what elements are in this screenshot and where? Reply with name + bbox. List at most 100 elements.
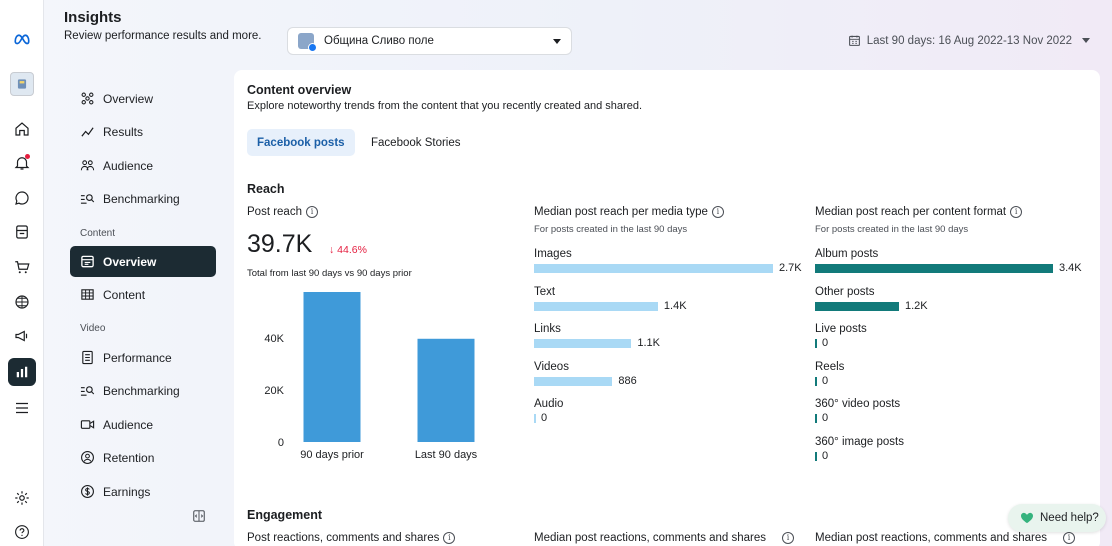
bar-value-label: 1.1K	[637, 337, 660, 349]
bar-value-label: 0	[822, 449, 829, 462]
page-avatar-icon[interactable]	[10, 72, 34, 96]
subnav-video-earnings[interactable]: Earnings	[70, 476, 216, 507]
overview-icon	[81, 92, 94, 105]
subnav-results[interactable]: Results	[70, 116, 216, 147]
horizontal-bar[interactable]	[815, 301, 899, 311]
posts-icon	[81, 255, 94, 268]
subnav-video-audience[interactable]: Audience	[70, 409, 216, 440]
info-icon[interactable]: i	[1063, 532, 1076, 544]
horizontal-bar[interactable]	[815, 264, 1053, 273]
horizontal-bar[interactable]	[534, 376, 613, 386]
meta-logo-icon[interactable]	[8, 25, 36, 53]
horizontal-bar[interactable]	[534, 264, 773, 273]
dollar-circle-icon	[81, 485, 94, 498]
y-tick-label: 60K	[264, 292, 284, 293]
content-format-title: Median post reach per content format i	[815, 206, 1023, 218]
subnav-label: Performance	[103, 350, 172, 365]
insights-icon[interactable]	[8, 358, 36, 386]
engagement-col-2: Median post reactions, comments and shar…	[534, 532, 795, 544]
post-reach-label: Post reach	[247, 206, 302, 218]
horizontal-bar[interactable]	[534, 301, 658, 311]
bar-value-label: 0	[822, 374, 829, 387]
zero-bar-tick	[815, 376, 817, 386]
bar-row-label: Videos	[534, 360, 569, 373]
bar-row-label: Images	[534, 248, 572, 260]
engagement-col-label: Post reactions, comments and shares	[247, 532, 440, 544]
bar-value-label: 3.4K	[1059, 262, 1082, 274]
info-icon[interactable]: i	[443, 532, 456, 544]
engagement-col-label: Median post reactions, comments and shar…	[815, 532, 1048, 544]
posts-icon[interactable]	[8, 218, 36, 246]
reach-bar[interactable]	[417, 338, 475, 442]
subnav-label: Audience	[103, 158, 154, 173]
engagement-col-label: Median post reactions, comments and shar…	[534, 532, 767, 544]
video-camera-icon	[80, 420, 95, 429]
subnav-benchmarking[interactable]: Benchmarking	[70, 183, 216, 214]
subnav-video-retention[interactable]: Retention	[70, 442, 216, 473]
tab-facebook-posts[interactable]: Facebook posts	[247, 129, 355, 156]
engagement-heading: Engagement	[247, 508, 323, 522]
bar-row-label: Audio	[534, 398, 564, 410]
info-icon[interactable]: i	[305, 206, 318, 218]
bar-row-label: Text	[534, 285, 556, 298]
page-title: Insights	[64, 9, 122, 26]
reach-heading: Reach	[247, 182, 285, 196]
bell-icon[interactable]	[8, 149, 36, 177]
x-tick-label: Last 90 days	[415, 449, 478, 461]
date-range-picker[interactable]: Last 90 days: 16 Aug 2022-13 Nov 2022	[848, 34, 1090, 47]
page-selector[interactable]: Община Сливо поле	[287, 27, 572, 55]
bar-row-label: 360° video posts	[815, 398, 901, 410]
bar-value-label: 886	[618, 374, 637, 387]
collapse-panel-icon[interactable]	[192, 509, 208, 525]
media-type-label: Median post reach per media type	[534, 206, 708, 218]
table-icon[interactable]	[8, 288, 36, 316]
megaphone-icon[interactable]	[8, 322, 36, 350]
help-icon[interactable]	[8, 518, 36, 546]
subnav-audience[interactable]: Audience	[70, 150, 216, 181]
bar-value-label: 0	[822, 337, 829, 349]
subnav-video-performance[interactable]: Performance	[70, 342, 216, 373]
subnav-label: Benchmarking	[103, 191, 180, 206]
reach-bar[interactable]	[303, 292, 361, 442]
subnav-content[interactable]: Content	[70, 279, 216, 310]
settings-icon[interactable]	[8, 484, 36, 512]
x-tick-label: 90 days prior	[300, 449, 364, 461]
bar-row-label: Reels	[815, 360, 845, 373]
home-icon[interactable]	[8, 115, 36, 143]
page-avatar-icon	[298, 33, 317, 52]
y-tick-label: 40K	[264, 333, 284, 345]
need-help-label: Need help?	[1040, 512, 1099, 524]
page-selector-value: Община Сливо поле	[324, 35, 434, 47]
content-overview-card: Content overview Explore noteworthy tren…	[234, 70, 1100, 546]
section-title: Content overview	[247, 83, 352, 97]
subnav-video-benchmarking[interactable]: Benchmarking	[70, 375, 216, 406]
zero-bar-tick	[815, 414, 817, 423]
notification-dot	[25, 154, 30, 159]
info-icon[interactable]: i	[711, 206, 724, 218]
zero-bar-tick	[815, 451, 817, 461]
tab-facebook-stories[interactable]: Facebook Stories	[361, 129, 471, 156]
zero-bar-tick	[534, 414, 536, 423]
post-reach-note: Total from last 90 days vs 90 days prior	[247, 268, 412, 279]
subnav-label: Results	[103, 124, 144, 139]
chat-icon[interactable]	[8, 184, 36, 212]
bar-row-label: Other posts	[815, 285, 875, 298]
info-icon[interactable]: i	[782, 532, 795, 544]
subnav-overview[interactable]: Overview	[70, 83, 216, 114]
subnav-content-overview[interactable]: Overview	[70, 246, 216, 277]
date-range-label: Last 90 days: 16 Aug 2022-13 Nov 2022	[866, 34, 1072, 47]
subnav-label: Retention	[103, 450, 155, 465]
subnav-label: Content	[103, 287, 146, 302]
content-format-subtitle: For posts created in the last 90 days	[815, 224, 969, 235]
y-tick-label: 20K	[264, 385, 284, 397]
benchmarking-icon	[80, 386, 95, 396]
left-rail	[0, 0, 44, 546]
content-format-label: Median post reach per content format	[815, 206, 1007, 218]
subnav-section-video: Video	[80, 323, 106, 334]
need-help-button[interactable]: Need help?	[1008, 504, 1106, 532]
menu-icon[interactable]	[8, 394, 36, 422]
horizontal-bar[interactable]	[534, 339, 632, 348]
info-icon[interactable]: i	[1010, 206, 1023, 218]
media-type-subtitle: For posts created in the last 90 days	[534, 224, 688, 235]
shop-icon[interactable]	[8, 253, 36, 281]
